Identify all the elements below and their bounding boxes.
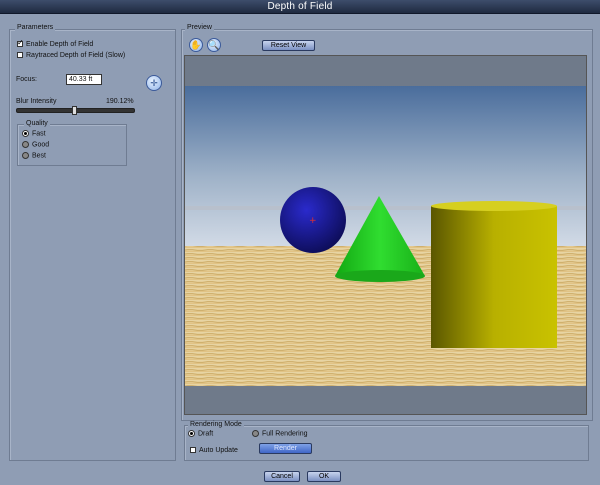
quality-fast-label: Fast (32, 130, 46, 138)
preview-scene: + (185, 56, 586, 414)
ok-button[interactable]: OK (307, 471, 341, 482)
hand-tool-icon[interactable]: ✋ (189, 38, 203, 52)
draft-radio-icon[interactable] (188, 430, 195, 437)
raytraced-dof-checkbox[interactable]: Raytraced Depth of Field (Slow) (17, 52, 125, 59)
full-rendering-label: Full Rendering (262, 430, 308, 438)
title-bar: Depth of Field (0, 0, 600, 14)
enable-dof-label: Enable Depth of Field (26, 41, 94, 48)
enable-dof-checkbox[interactable]: Enable Depth of Field (17, 38, 94, 48)
draft-radio[interactable]: Draft (188, 430, 213, 437)
quality-fast-radio-icon[interactable] (22, 130, 29, 137)
quality-best-radio-icon[interactable] (22, 152, 29, 159)
preview-viewport[interactable]: + (184, 55, 587, 415)
zoom-tool-icon[interactable]: 🔍 (207, 38, 221, 52)
cylinder (431, 206, 557, 348)
parameters-panel: Parameters (9, 24, 176, 461)
focus-crosshair-icon: + (309, 216, 317, 226)
cone-base (335, 270, 425, 282)
quality-best-label: Best (32, 152, 47, 160)
blur-intensity-value: 190.12% (106, 98, 134, 105)
raytraced-dof-check-icon[interactable] (17, 52, 23, 59)
quality-best-radio[interactable]: Best (22, 152, 46, 159)
rendering-mode-group: Rendering Mode (184, 421, 589, 461)
render-button[interactable]: Render (259, 443, 312, 454)
cylinder-top (431, 201, 557, 211)
reset-view-button[interactable]: Reset View (262, 40, 315, 51)
letterbox-top (185, 56, 586, 86)
raytraced-dof-label: Raytraced Depth of Field (Slow) (26, 52, 126, 59)
auto-update-check-icon[interactable] (190, 447, 196, 454)
auto-update-label: Auto Update (199, 447, 238, 454)
rendering-mode-label: Rendering Mode (188, 421, 244, 428)
blur-slider-thumb[interactable] (72, 106, 77, 115)
auto-update-checkbox[interactable]: Auto Update (190, 447, 238, 454)
draft-label: Draft (198, 430, 214, 438)
cancel-button[interactable]: Cancel (264, 471, 300, 482)
parameters-label: Parameters (15, 24, 56, 31)
blur-intensity-label: Blur Intensity (16, 98, 57, 105)
full-rendering-radio[interactable]: Full Rendering (252, 430, 308, 437)
quality-good-radio[interactable]: Good (22, 141, 49, 148)
preview-label: Preview (185, 24, 214, 31)
focus-input[interactable]: 40.33 ft (66, 74, 102, 85)
quality-good-radio-icon[interactable] (22, 141, 29, 148)
quality-label: Quality (24, 120, 50, 127)
focus-picker-icon[interactable]: ✛ (146, 75, 162, 91)
quality-fast-radio[interactable]: Fast (22, 130, 46, 137)
full-rendering-radio-icon[interactable] (252, 430, 259, 437)
window-title: Depth of Field (267, 1, 333, 12)
enable-dof-check-icon[interactable] (17, 38, 24, 48)
focus-label: Focus: (16, 76, 38, 83)
letterbox-bottom (185, 386, 586, 414)
quality-good-label: Good (32, 141, 50, 149)
